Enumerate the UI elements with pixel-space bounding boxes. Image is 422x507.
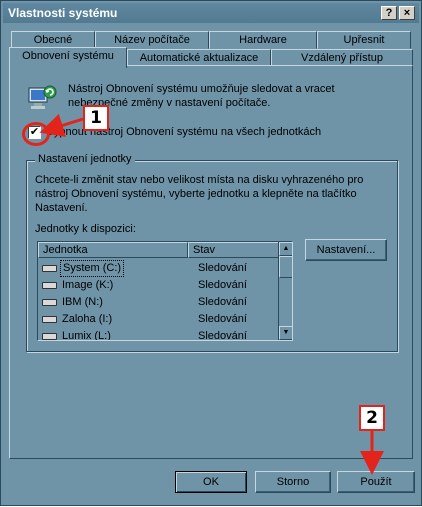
system-properties-window: Vlastnosti systému ? × Obecné Název počí… (0, 0, 422, 506)
arrow-icon (39, 113, 384, 475)
step-badge-1: 1 (83, 105, 109, 131)
step-badge-2: 2 (359, 405, 385, 431)
